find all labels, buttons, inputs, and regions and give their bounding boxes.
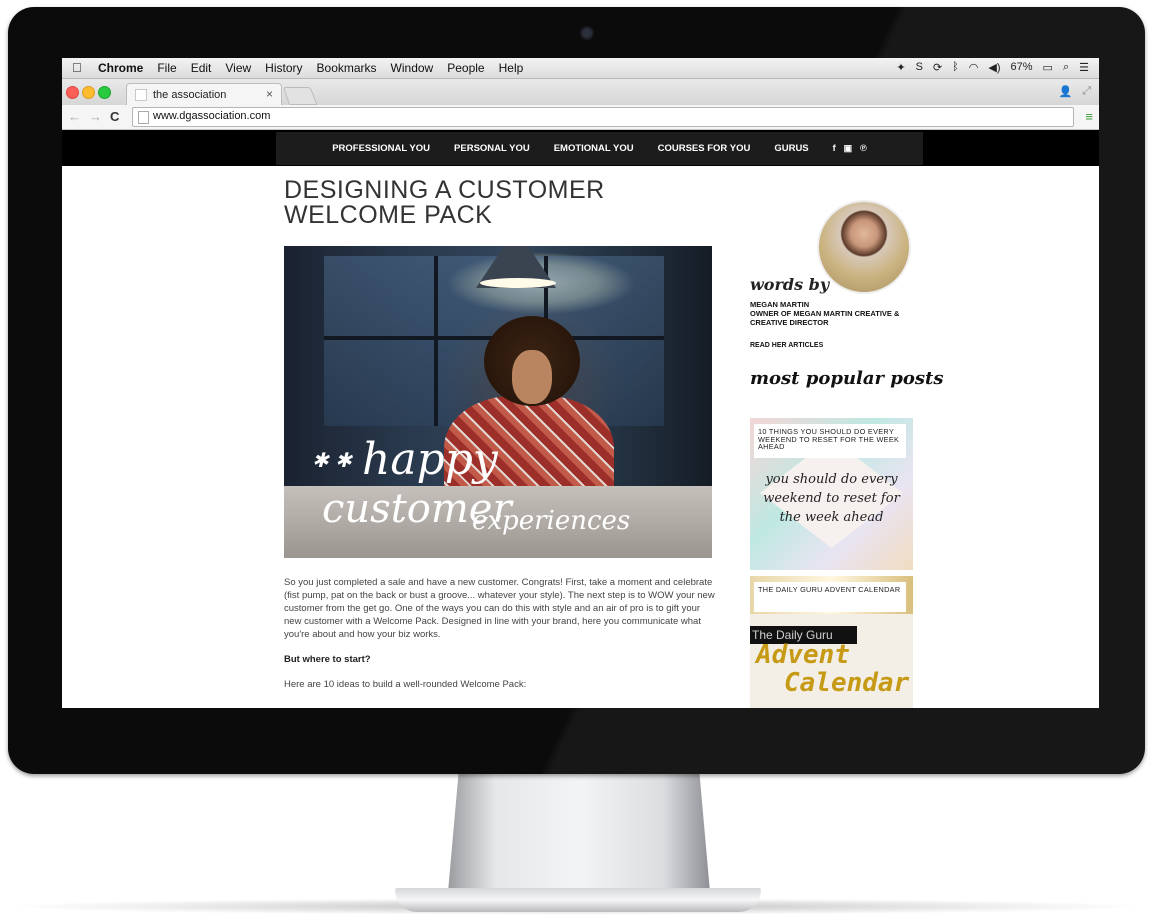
instagram-icon[interactable]: ▣ — [844, 143, 853, 154]
author-info: MEGAN MARTIN OWNER OF MEGAN MARTIN CREAT… — [750, 300, 920, 327]
article-paragraph: Here are 10 ideas to build a well-rounde… — [284, 679, 527, 690]
dropbox-icon[interactable]: ✦ — [896, 61, 905, 74]
wifi-icon[interactable]: ◠ — [969, 61, 979, 74]
fullscreen-icon[interactable]: ⤢ — [1082, 85, 1091, 98]
profile-icon[interactable]: 👤 — [1058, 85, 1072, 98]
menu-file[interactable]: File — [157, 61, 176, 75]
pinterest-icon[interactable]: ℗ — [860, 143, 867, 154]
nav-emotional-you[interactable]: EMOTIONAL YOU — [554, 143, 634, 154]
menu-edit[interactable]: Edit — [191, 61, 212, 75]
address-bar-url[interactable]: www.dgassociation.com — [153, 110, 270, 122]
site-nav: PROFESSIONAL YOU PERSONAL YOU EMOTIONAL … — [276, 132, 923, 165]
article-body: So you just completed a sale and have a … — [284, 576, 716, 703]
status-s[interactable]: S — [916, 61, 923, 74]
spotlight-search-icon[interactable]: ⌕ — [1063, 61, 1069, 74]
author-avatar[interactable] — [817, 200, 911, 294]
browser-tabbar: the association × 👤 ⤢ — [62, 79, 1099, 106]
card-image-text: you should do every weekend to reset for… — [763, 472, 900, 525]
battery-percent[interactable]: 67% — [1011, 61, 1033, 74]
reload-button[interactable]: C — [110, 109, 119, 124]
screen:  Chrome File Edit View History Bookmark… — [62, 58, 1099, 708]
monitor-stand-base — [395, 888, 761, 912]
nav-gurus[interactable]: GURUS — [774, 143, 808, 154]
article-hero-image: ✱ ✱ happy customer experiences — [284, 246, 712, 558]
window-icons: 👤 ⤢ — [1058, 85, 1091, 98]
card-image-calendar: Calendar — [784, 668, 910, 698]
nav-courses-for-you[interactable]: COURSES FOR YOU — [658, 143, 751, 154]
nav-professional-you[interactable]: PROFESSIONAL YOU — [332, 143, 430, 154]
new-tab-button[interactable] — [282, 87, 318, 105]
nav-personal-you[interactable]: PERSONAL YOU — [454, 143, 530, 154]
article-subheading: But where to start? — [284, 654, 371, 665]
menubar-status: ✦ S ⟳ ᛒ ◠ ◀) 67% ▭ ⌕ ☰ — [896, 61, 1089, 74]
menu-view[interactable]: View — [225, 61, 251, 75]
hero-stars: ✱ ✱ — [312, 448, 352, 472]
apple-icon[interactable]:  — [72, 60, 82, 75]
article-paragraph: So you just completed a sale and have a … — [284, 577, 715, 640]
menu-people[interactable]: People — [447, 61, 484, 75]
menu-bookmarks[interactable]: Bookmarks — [317, 61, 377, 75]
time-machine-icon[interactable]: ⟳ — [933, 61, 942, 74]
card-image-advent: Advent — [756, 640, 850, 670]
window-minimize-button[interactable] — [82, 86, 95, 99]
hero-script-overlay: ✱ ✱ happy customer experiences — [302, 426, 702, 556]
popular-post-title[interactable]: THE DAILY GURU ADVENT CALENDAR — [754, 582, 906, 612]
read-her-articles-link[interactable]: READ HER ARTICLES — [750, 342, 823, 349]
popular-post-card[interactable]: you should do every weekend to reset for… — [750, 418, 913, 570]
author-name: MEGAN MARTIN — [750, 300, 810, 309]
tab-favicon-icon — [135, 89, 147, 101]
notification-center-icon[interactable]: ☰ — [1079, 61, 1089, 74]
monitor-stand-neck — [448, 774, 710, 892]
popular-posts-heading: most popular posts — [750, 368, 944, 389]
volume-icon[interactable]: ◀) — [988, 61, 1000, 74]
camera-icon — [582, 28, 592, 38]
address-bar[interactable]: www.dgassociation.com — [132, 107, 1074, 127]
article-title: DESIGNING A CUSTOMER WELCOME PACK — [284, 176, 605, 229]
popular-post-card[interactable]: THE DAILY GURU ADVENT CALENDAR The Daily… — [750, 576, 913, 708]
article-header: DESIGNING A CUSTOMER WELCOME PACK — [284, 178, 714, 228]
page-icon — [138, 111, 149, 124]
tab-title: the association — [153, 89, 227, 101]
mac-menubar:  Chrome File Edit View History Bookmark… — [62, 58, 1099, 79]
menu-history[interactable]: History — [265, 61, 302, 75]
menu-help[interactable]: Help — [499, 61, 524, 75]
hero-text-happy: happy — [362, 434, 498, 485]
window-close-button[interactable] — [66, 86, 79, 99]
menu-window[interactable]: Window — [391, 61, 434, 75]
menubar-items: Chrome File Edit View History Bookmarks … — [98, 61, 523, 75]
menubar-app-name[interactable]: Chrome — [98, 61, 143, 75]
hero-person-face — [512, 350, 552, 404]
tab-close-icon[interactable]: × — [266, 87, 273, 101]
nav-buttons: ← → C — [68, 109, 119, 124]
popular-post-title[interactable]: 10 THINGS YOU SHOULD DO EVERY WEEKEND TO… — [754, 424, 906, 458]
browser-tab[interactable]: the association × — [126, 83, 282, 106]
author-role: OWNER OF MEGAN MARTIN CREATIVE & CREATIV… — [750, 309, 900, 327]
battery-icon[interactable]: ▭ — [1043, 61, 1053, 74]
bluetooth-icon[interactable]: ᛒ — [952, 61, 959, 74]
webpage: PROFESSIONAL YOU PERSONAL YOU EMOTIONAL … — [62, 130, 1099, 708]
browser-toolbar: ← → C www.dgassociation.com ≡ — [62, 105, 1099, 130]
back-button[interactable]: ← — [68, 109, 81, 124]
social-links: f ▣ ℗ — [833, 143, 867, 154]
hero-lamp-glow — [480, 278, 556, 288]
facebook-icon[interactable]: f — [833, 143, 836, 154]
chrome-menu-button[interactable]: ≡ — [1085, 109, 1093, 124]
hero-text-experiences: experiences — [472, 506, 631, 536]
window-zoom-button[interactable] — [98, 86, 111, 99]
forward-button[interactable]: → — [89, 109, 102, 124]
words-by-heading: words by — [750, 275, 830, 294]
